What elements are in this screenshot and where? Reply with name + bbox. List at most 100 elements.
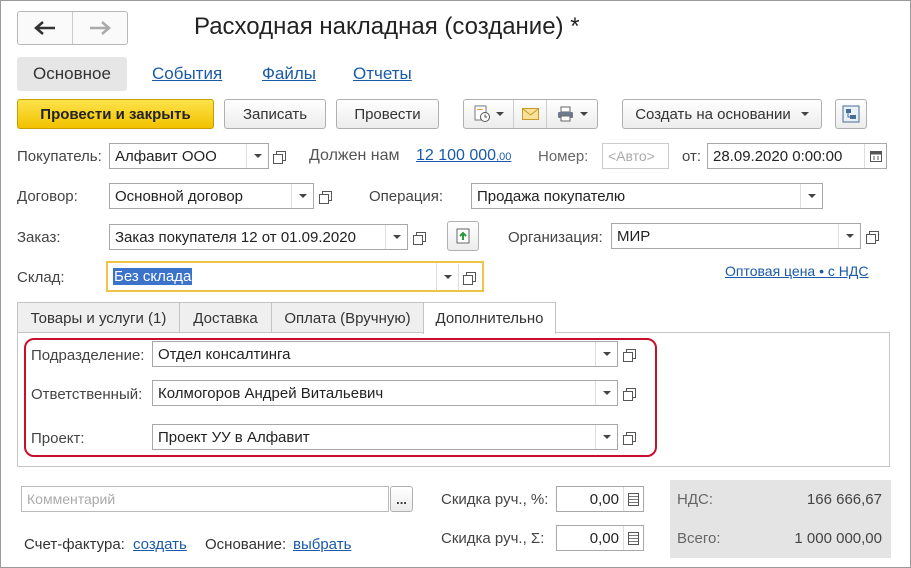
discount-sum-field[interactable]: 0,00 <box>556 525 644 551</box>
buyer-label: Покупатель: <box>17 148 102 165</box>
basis-select-link[interactable]: выбрать <box>293 536 351 553</box>
attach-menu-button[interactable] <box>464 100 514 128</box>
vat-value: 166 666,67 <box>806 491 882 508</box>
chevron-down-icon <box>800 112 809 116</box>
save-button[interactable]: Записать <box>224 99 326 129</box>
contract-open-button[interactable] <box>315 183 339 209</box>
debt-amount: 12 100 000 <box>416 147 497 164</box>
chevron-down-icon <box>253 154 262 158</box>
date-label: от: <box>682 148 702 165</box>
tab-reports[interactable]: Отчеты <box>337 57 428 91</box>
warehouse-open-button[interactable] <box>458 263 482 290</box>
buyer-open-button[interactable] <box>269 143 293 169</box>
discount-sum-calc-button[interactable] <box>623 526 643 550</box>
chevron-down-icon <box>845 234 854 238</box>
responsible-value: Колмогоров Андрей Витальевич <box>158 384 384 402</box>
order-field[interactable]: Заказ покупателя 12 от 01.09.2020 <box>109 224 408 250</box>
project-open-button[interactable] <box>619 424 643 450</box>
open-form-icon <box>623 349 636 362</box>
organization-field[interactable]: МИР <box>611 223 861 249</box>
warehouse-value: Без склада <box>113 268 193 285</box>
forward-button[interactable] <box>72 12 127 44</box>
project-value: Проект УУ в Алфавит <box>158 428 310 446</box>
chevron-down-icon <box>443 274 452 279</box>
hierarchy-icon <box>842 105 860 123</box>
structure-button[interactable] <box>835 99 867 129</box>
number-field[interactable]: <Авто> <box>602 143 669 169</box>
warehouse-dropdown-button[interactable] <box>436 263 458 290</box>
post-button[interactable]: Провести <box>336 99 439 129</box>
organization-label: Организация: <box>508 229 603 246</box>
warehouse-field[interactable]: Без склада <box>106 261 484 292</box>
discount-pct-value: 0,00 <box>589 490 619 508</box>
responsible-open-button[interactable] <box>619 380 643 406</box>
comment-placeholder: Комментарий <box>27 491 116 507</box>
responsible-label: Ответственный: <box>31 386 143 403</box>
comment-input[interactable]: Комментарий <box>21 486 389 512</box>
comment-more-button[interactable]: ... <box>390 486 413 512</box>
back-button[interactable] <box>18 12 72 44</box>
buyer-dropdown-button[interactable] <box>246 144 268 168</box>
basis-label: Основание: <box>205 536 287 553</box>
warehouse-label: Склад: <box>17 269 65 286</box>
calendar-button[interactable] <box>864 144 886 168</box>
tab-goods-services[interactable]: Товары и услуги (1) <box>17 302 180 333</box>
contract-field[interactable]: Основной договор <box>109 183 314 209</box>
warehouse-value-wrap: Без склада <box>108 268 436 285</box>
price-type-link[interactable]: Оптовая цена • с НДС <box>725 263 869 279</box>
email-button[interactable] <box>514 100 547 128</box>
division-dropdown-button[interactable] <box>595 342 617 366</box>
responsible-dropdown-button[interactable] <box>595 381 617 405</box>
printer-icon <box>557 106 573 122</box>
project-dropdown-button[interactable] <box>595 425 617 449</box>
tab-delivery[interactable]: Доставка <box>179 302 272 333</box>
print-menu-button[interactable] <box>547 100 597 128</box>
create-based-on-button[interactable]: Создать на основании <box>622 99 822 129</box>
debt-cents: ,00 <box>496 151 512 163</box>
post-and-close-button[interactable]: Провести и закрыть <box>17 99 214 129</box>
division-field[interactable]: Отдел консалтинга <box>152 341 618 367</box>
debt-link[interactable]: 12 100 000,00 <box>416 147 511 165</box>
discount-sum-label: Скидка руч., Σ: <box>441 530 545 547</box>
open-form-icon <box>866 231 879 244</box>
open-form-icon <box>623 432 636 445</box>
operation-field[interactable]: Продажа покупателю <box>471 183 823 209</box>
arrow-left-icon <box>34 21 55 35</box>
tab-additional[interactable]: Дополнительно <box>423 302 556 334</box>
total-value: 1 000 000,00 <box>794 530 882 547</box>
contract-dropdown-button[interactable] <box>291 184 313 208</box>
order-open-button[interactable] <box>409 224 433 250</box>
division-open-button[interactable] <box>619 341 643 367</box>
discount-pct-field[interactable]: 0,00 <box>556 486 644 512</box>
order-label: Заказ: <box>17 229 61 246</box>
fill-from-order-button[interactable] <box>447 221 479 251</box>
date-value: 28.09.2020 0:00:00 <box>713 147 843 165</box>
responsible-field[interactable]: Колмогоров Андрей Витальевич <box>152 380 618 406</box>
order-value: Заказ покупателя 12 от 01.09.2020 <box>115 228 356 246</box>
number-label: Номер: <box>538 148 589 165</box>
nav-buttons <box>17 11 128 45</box>
chevron-down-icon <box>392 235 401 239</box>
open-form-icon <box>623 388 636 401</box>
tab-events[interactable]: События <box>136 57 238 91</box>
total-label: Всего: <box>677 530 721 547</box>
tab-main[interactable]: Основное <box>17 57 127 91</box>
open-form-icon <box>413 232 426 245</box>
invoice-create-link[interactable]: создать <box>133 536 187 553</box>
organization-dropdown-button[interactable] <box>838 224 860 248</box>
order-dropdown-button[interactable] <box>385 225 407 249</box>
calculator-icon <box>628 492 639 506</box>
buyer-field[interactable]: Алфавит ООО <box>109 143 269 169</box>
calendar-icon <box>869 151 882 162</box>
project-field[interactable]: Проект УУ в Алфавит <box>152 424 618 450</box>
tab-files[interactable]: Файлы <box>246 57 332 91</box>
organization-open-button[interactable] <box>862 223 886 249</box>
contract-value: Основной договор <box>115 187 243 205</box>
operation-dropdown-button[interactable] <box>800 184 822 208</box>
date-field[interactable]: 28.09.2020 0:00:00 <box>707 143 887 169</box>
discount-pct-calc-button[interactable] <box>623 487 643 511</box>
vat-label: НДС: <box>677 491 713 508</box>
division-value: Отдел консалтинга <box>158 345 291 363</box>
tab-payment[interactable]: Оплата (Вручную) <box>271 302 424 333</box>
print-tools-group <box>463 99 598 129</box>
